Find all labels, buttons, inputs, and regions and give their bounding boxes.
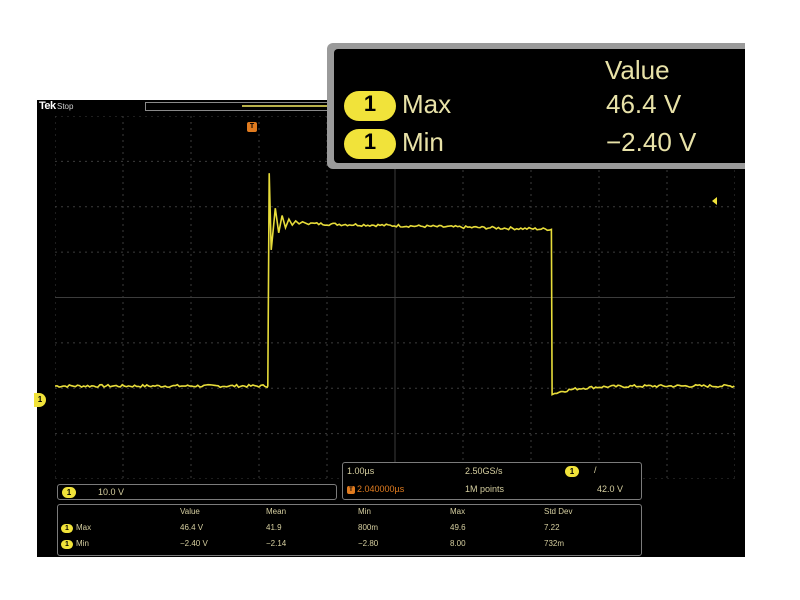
measurement-table: Value Mean Min Max Std Dev 1 Max 46.4 V … — [57, 504, 642, 556]
acquisition-status: Stop — [57, 102, 74, 111]
trigger-level: 42.0 V — [597, 484, 624, 494]
row-max: 49.6 — [450, 523, 466, 532]
record-view-window — [242, 105, 328, 107]
channel-1-badge: 1 — [62, 487, 76, 498]
sample-rate: 2.50GS/s — [465, 466, 503, 476]
row-mean: 41.9 — [266, 523, 282, 532]
zoom-measure-name: Max — [402, 89, 452, 119]
zoom-channel-badge: 1 — [344, 129, 396, 159]
trigger-channel-badge: 1 — [565, 466, 579, 477]
record-length: 1M points — [465, 484, 505, 494]
row-channel-badge: 1 — [61, 524, 73, 533]
row-value: 46.4 V — [180, 523, 204, 532]
row-std-dev: 7.22 — [544, 523, 560, 532]
row-measure-name: Max — [76, 523, 92, 532]
trigger-delay-value: 2.040000µs — [357, 484, 405, 494]
trigger-delay-icon: T — [347, 486, 355, 494]
zoom-measure-value: −2.40 V — [606, 127, 697, 157]
zoom-row-max: 1 Max 46.4 V — [344, 89, 744, 123]
zoom-channel-badge: 1 — [344, 91, 396, 121]
time-per-div: 1.00µs — [347, 466, 375, 476]
row-channel-badge: 1 — [61, 540, 73, 549]
horizontal-trigger-readout[interactable]: 1.00µs 2.50GS/s 1 / T 2.040000µs 1M poin… — [342, 462, 642, 500]
trigger-level-marker[interactable] — [712, 197, 717, 205]
row-min: 800m — [358, 523, 379, 532]
trigger-slope-icon: / — [594, 465, 597, 475]
measurement-zoom-content: Value 1 Max 46.4 V 1 Min −2.40 V — [334, 49, 745, 163]
column-header-std-dev: Std Dev — [544, 507, 573, 516]
waveform-graticule — [55, 116, 735, 479]
brand-logo: Tek — [39, 100, 56, 112]
column-header-max: Max — [450, 507, 466, 516]
measurement-zoom-panel: Value 1 Max 46.4 V 1 Min −2.40 V — [327, 43, 745, 169]
zoom-measure-value: 46.4 V — [606, 89, 682, 119]
row-std-dev: 732m — [544, 539, 565, 548]
row-measure-name: Min — [76, 539, 89, 548]
channel-1-scale-readout[interactable]: 1 10.0 V — [57, 484, 337, 500]
channel-1-ground-marker[interactable]: 1 — [34, 393, 46, 407]
column-header-value: Value — [180, 507, 200, 516]
row-min: −2.80 — [358, 539, 379, 548]
row-value: −2.40 V — [180, 539, 208, 548]
graticule-lines — [55, 116, 735, 479]
trigger-position-marker[interactable]: T — [247, 122, 257, 132]
zoom-column-header-value: Value — [605, 55, 670, 85]
zoom-measure-name: Min — [402, 127, 444, 157]
channel-1-volts-per-div: 10.0 V — [98, 487, 125, 497]
row-max: 8.00 — [450, 539, 466, 548]
row-mean: −2.14 — [266, 539, 287, 548]
column-header-min: Min — [358, 507, 371, 516]
column-header-mean: Mean — [266, 507, 287, 516]
zoom-row-min: 1 Min −2.40 V — [344, 127, 744, 161]
